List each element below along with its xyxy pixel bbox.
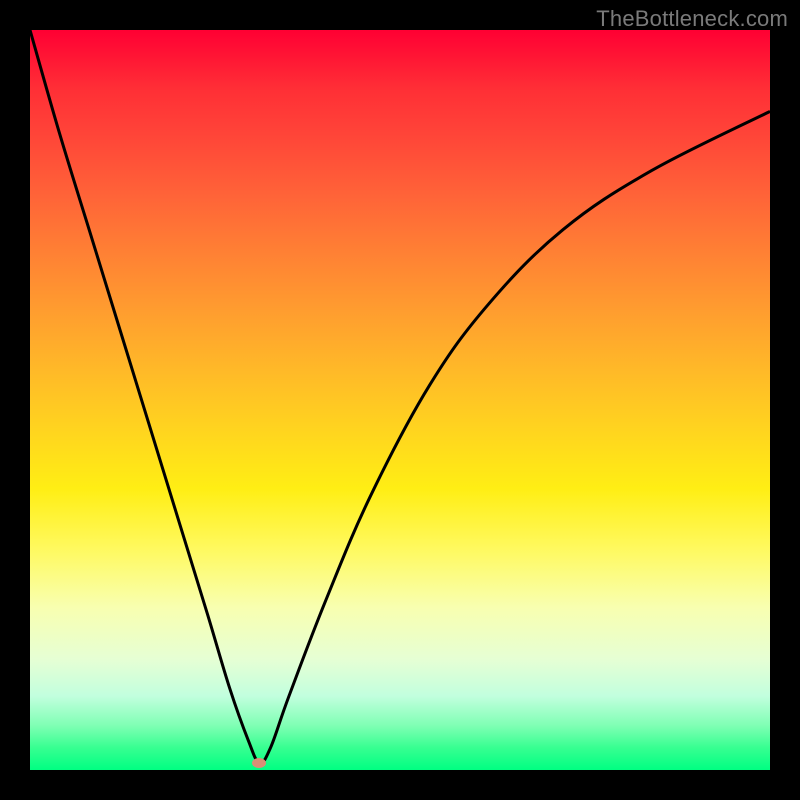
attribution-text: TheBottleneck.com: [596, 6, 788, 32]
plot-area: [30, 30, 770, 770]
bottleneck-curve: [30, 30, 770, 770]
optimum-marker: [252, 758, 266, 768]
